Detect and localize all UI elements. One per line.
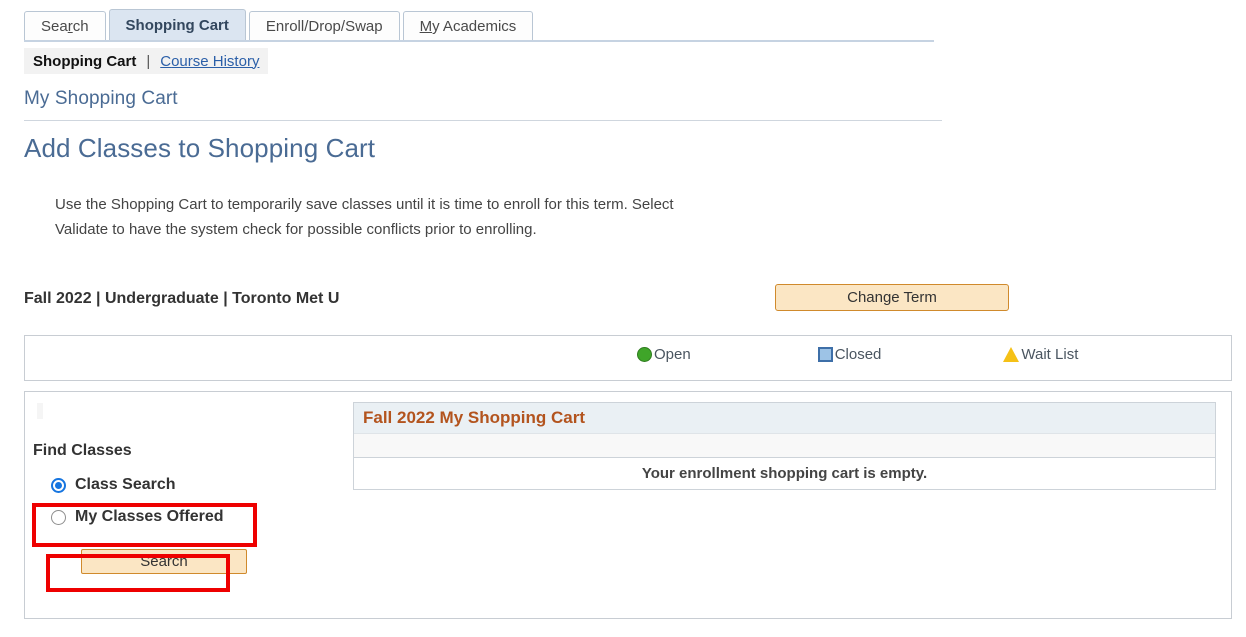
radio-class-search-label: Class Search <box>75 476 176 493</box>
radio-class-search[interactable]: Class Search <box>51 476 176 494</box>
green-circle-icon <box>637 347 652 362</box>
radio-my-classes-offered-label: My Classes Offered <box>75 508 224 525</box>
legend-label-open: Open <box>654 346 691 363</box>
find-classes-section: Find Classes Class Search My Classes Off… <box>25 392 353 618</box>
main-heading: Add Classes to Shopping Cart <box>24 133 376 163</box>
tab-underline-rule <box>24 40 934 42</box>
tab-search[interactable]: Search <box>24 11 106 41</box>
search-button[interactable]: Search <box>81 549 247 574</box>
tab-search-label: Search <box>41 18 89 35</box>
shopping-cart-empty-message: Your enrollment shopping cart is empty. <box>641 465 928 482</box>
change-term-button[interactable]: Change Term <box>775 284 1009 311</box>
radio-selected-icon <box>51 477 66 493</box>
shopping-cart-empty-row: Your enrollment shopping cart is empty. <box>354 458 1215 489</box>
term-summary: Fall 2022 | Undergraduate | Toronto Met … <box>24 290 340 307</box>
status-legend: Open Closed Wait List <box>24 335 1232 381</box>
blue-square-icon <box>817 347 833 362</box>
radio-my-classes-offered[interactable]: My Classes Offered <box>51 508 224 526</box>
breadcrumb: Shopping Cart | Course History <box>24 48 269 74</box>
page-title: My Shopping Cart <box>24 88 178 109</box>
page-title-rule <box>24 120 942 121</box>
tab-enroll-drop-swap-label: Enroll/Drop/Swap <box>265 18 383 35</box>
section-collapse-bar-icon <box>37 403 43 419</box>
breadcrumb-separator: | <box>146 52 151 70</box>
tab-bar: Search Shopping Cart Enroll/Drop/Swap My… <box>0 0 1246 42</box>
legend-label-wait-list: Wait List <box>1021 346 1079 363</box>
tab-my-academics[interactable]: My Academics <box>402 11 534 41</box>
tab-enroll-drop-swap[interactable]: Enroll/Drop/Swap <box>248 11 400 41</box>
shopping-cart-column-header-row <box>354 434 1215 458</box>
radio-unselected-icon <box>51 509 66 525</box>
tab-strip: Search Shopping Cart Enroll/Drop/Swap My… <box>24 9 534 41</box>
tab-shopping-cart-label: Shopping Cart <box>125 17 229 34</box>
yellow-triangle-icon <box>1003 347 1020 362</box>
breadcrumb-link-course-history[interactable]: Course History <box>160 53 259 70</box>
shopping-cart-title: Fall 2022 My Shopping Cart <box>363 408 585 427</box>
shopping-cart-title-row: Fall 2022 My Shopping Cart <box>354 403 1215 434</box>
content-panel: Find Classes Class Search My Classes Off… <box>24 391 1232 619</box>
find-classes-label: Find Classes <box>33 442 132 459</box>
instructions-text: Use the Shopping Cart to temporarily sav… <box>55 196 674 238</box>
tab-my-academics-label: My Academics <box>419 18 517 35</box>
shopping-cart-table: Fall 2022 My Shopping Cart Your enrollme… <box>353 402 1216 490</box>
legend-label-closed: Closed <box>834 346 882 363</box>
status-legend-items: Open Closed Wait List <box>637 346 1078 363</box>
legend-item-closed: Closed <box>817 346 882 363</box>
legend-item-wait-list: Wait List <box>1003 346 1078 363</box>
legend-item-open: Open <box>637 346 691 363</box>
tab-shopping-cart[interactable]: Shopping Cart <box>108 9 246 41</box>
breadcrumb-current: Shopping Cart <box>33 52 137 70</box>
